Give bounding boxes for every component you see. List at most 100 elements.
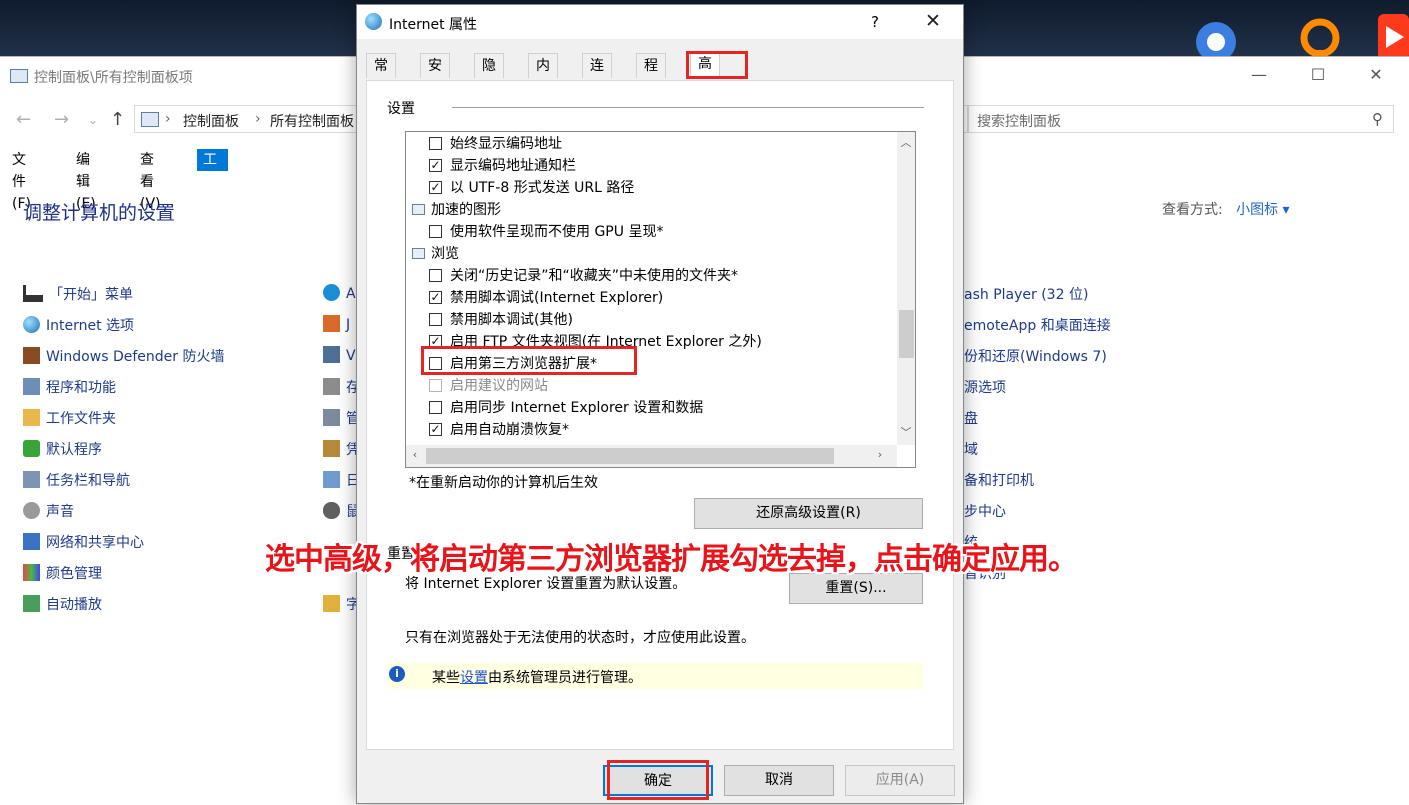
cp-item-partial[interactable]: 域 (964, 439, 978, 459)
setting-option[interactable]: ✓ 禁用脚本调试(Internet Explorer) (406, 287, 896, 309)
scrollbar-thumb[interactable] (426, 448, 834, 464)
tab-advanced[interactable]: 高级 (690, 51, 720, 97)
checkbox[interactable]: ✓ (429, 335, 442, 348)
setting-option[interactable]: ✓ 启用自动崩溃恢复* (406, 419, 896, 441)
close-button[interactable]: ✕ (1361, 65, 1391, 87)
cp-item-taskbar[interactable]: 任务栏和导航 (23, 470, 130, 490)
cp-item-partial[interactable]: 盘 (964, 408, 978, 428)
cp-item-label: A (346, 286, 356, 302)
media-player-icon[interactable] (1378, 14, 1409, 60)
setting-option[interactable]: 始终显示编码地址 (406, 133, 896, 155)
restore-advanced-button[interactable]: 还原高级设置(R) (694, 498, 923, 529)
app-icon[interactable] (1296, 14, 1344, 60)
back-arrow-icon[interactable]: ← (16, 109, 31, 130)
cp-item-partial[interactable]: 字 (323, 594, 360, 614)
cp-item-work-folders[interactable]: 工作文件夹 (23, 408, 116, 428)
setting-option[interactable]: 启用建议的网站 (406, 375, 896, 397)
cancel-button[interactable]: 取消 (724, 765, 834, 796)
cp-item-partial[interactable]: V (323, 346, 356, 364)
settings-link[interactable]: 设置 (460, 670, 488, 686)
checkbox[interactable]: ✓ (429, 291, 442, 304)
cp-item-partial[interactable]: emoteApp 和桌面连接 (964, 315, 1111, 335)
chevron-up-icon[interactable]: ︿ (897, 134, 915, 150)
cp-item-firewall[interactable]: Windows Defender 防火墙 (23, 346, 224, 366)
tab-privacy[interactable]: 隐私 (474, 53, 504, 99)
cp-item-partial[interactable]: A (323, 284, 356, 302)
chevron-down-icon[interactable]: ﹀ (897, 424, 915, 440)
setting-option[interactable]: 使用软件呈现而不使用 GPU 呈现* (406, 221, 896, 243)
cp-item-partial[interactable]: 凭 (323, 439, 360, 459)
cp-item-label: 网络和共享中心 (46, 535, 144, 551)
tab-content[interactable]: 内容 (528, 53, 558, 99)
cp-item-autoplay[interactable]: 自动播放 (23, 594, 102, 614)
cp-item-start-menu[interactable]: 「开始」菜单 (23, 284, 133, 304)
chevron-down-icon[interactable]: ⌄ (88, 113, 98, 127)
tab-general[interactable]: 常规 (366, 53, 396, 99)
maximize-button[interactable]: ☐ (1303, 65, 1333, 87)
tab-programs[interactable]: 程序 (636, 53, 666, 99)
settings-group[interactable]: 浏览 (406, 243, 896, 265)
cp-item-partial[interactable]: 存 (323, 377, 360, 397)
cp-item-default-programs[interactable]: 默认程序 (23, 439, 102, 459)
setting-option[interactable]: ✓ 以 UTF-8 形式发送 URL 路径 (406, 177, 896, 199)
menu-edit[interactable]: 编辑(E) (74, 149, 98, 212)
apply-button[interactable]: 应用(A) (845, 765, 955, 796)
vertical-scrollbar[interactable]: ︿ ﹀ (897, 132, 915, 445)
app-icon[interactable] (1192, 14, 1240, 62)
checkbox[interactable]: ✓ (429, 423, 442, 436)
cp-item-internet-options[interactable]: Internet 选项 (23, 315, 134, 335)
menu-tools[interactable]: 工具(T) (197, 149, 229, 212)
checkbox[interactable]: ✓ (429, 159, 442, 172)
setting-option[interactable]: 启用第三方浏览器扩展* (406, 353, 896, 375)
help-button[interactable]: ? (871, 13, 879, 31)
checkbox[interactable] (429, 357, 442, 370)
checkbox[interactable] (429, 401, 442, 414)
chevron-left-icon[interactable]: ‹ (406, 448, 424, 461)
cp-item-partial[interactable]: J (323, 315, 350, 333)
minimize-button[interactable]: — (1244, 65, 1274, 87)
search-icon[interactable]: ⚲ (1372, 110, 1383, 128)
cp-item-partial[interactable]: 份和还原(Windows 7) (964, 346, 1107, 366)
checkbox[interactable] (429, 379, 442, 392)
setting-option[interactable]: 禁用脚本调试(其他) (406, 309, 896, 331)
breadcrumb-item[interactable]: 所有控制面板 (270, 111, 354, 131)
cp-item-network[interactable]: 网络和共享中心 (23, 532, 144, 552)
scrollbar-thumb[interactable] (899, 310, 914, 358)
cp-item-partial[interactable]: 日 (323, 470, 360, 490)
cp-item-sound[interactable]: 声音 (23, 501, 74, 521)
tab-security[interactable]: 安全 (420, 53, 450, 99)
view-by-dropdown[interactable]: 小图标 ▾ (1236, 202, 1289, 218)
horizontal-scrollbar[interactable]: ‹ › (406, 445, 897, 467)
chevron-right-icon[interactable]: › (871, 448, 889, 461)
settings-group[interactable]: 加速的图形 (406, 199, 896, 221)
forward-arrow-icon[interactable]: → (54, 109, 69, 130)
checkbox[interactable] (429, 269, 442, 282)
cp-item-partial[interactable]: 源选项 (964, 377, 1006, 397)
setting-option[interactable]: 启用同步 Internet Explorer 设置和数据 (406, 397, 896, 419)
setting-option[interactable]: 关闭“历史记录”和“收藏夹”中未使用的文件夹* (406, 265, 896, 287)
checkbox[interactable] (429, 137, 442, 150)
cp-item-partial[interactable]: ash Player (32 位) (964, 284, 1088, 304)
checkbox[interactable] (429, 225, 442, 238)
cp-item-programs[interactable]: 程序和功能 (23, 377, 116, 397)
chevron-right-icon[interactable]: › (255, 111, 261, 127)
breadcrumb-item[interactable]: 控制面板 (183, 111, 239, 131)
settings-tree[interactable]: 始终显示编码地址 ✓ 显示编码地址通知栏 ✓ 以 UTF-8 形式发送 URL 路径 加速… (405, 131, 916, 468)
cp-item-partial[interactable]: 管 (323, 408, 360, 428)
search-box[interactable]: 搜索控制面板 ⚲ (968, 105, 1394, 133)
cp-item-partial[interactable]: 备和打印机 (964, 470, 1034, 490)
checkbox[interactable] (429, 313, 442, 326)
cp-item-partial[interactable]: 鼠 (323, 501, 360, 521)
menu-file[interactable]: 文件(F) (10, 149, 33, 212)
setting-option[interactable]: ✓ 显示编码地址通知栏 (406, 155, 896, 177)
menu-view[interactable]: 查看(V) (138, 149, 163, 212)
up-arrow-icon[interactable]: ↑ (110, 109, 125, 130)
chevron-right-icon[interactable]: › (165, 111, 171, 127)
cp-item-color-management[interactable]: 颜色管理 (23, 563, 102, 583)
setting-option[interactable]: ✓ 启用 FTP 文件夹视图(在 Internet Explorer 之外) (406, 331, 896, 353)
tab-connections[interactable]: 连接 (582, 53, 612, 99)
dialog-close-button[interactable]: ✕ (925, 10, 941, 32)
cp-item-partial[interactable]: 步中心 (964, 501, 1006, 521)
ok-button[interactable]: 确定 (603, 765, 713, 796)
checkbox[interactable]: ✓ (429, 181, 442, 194)
